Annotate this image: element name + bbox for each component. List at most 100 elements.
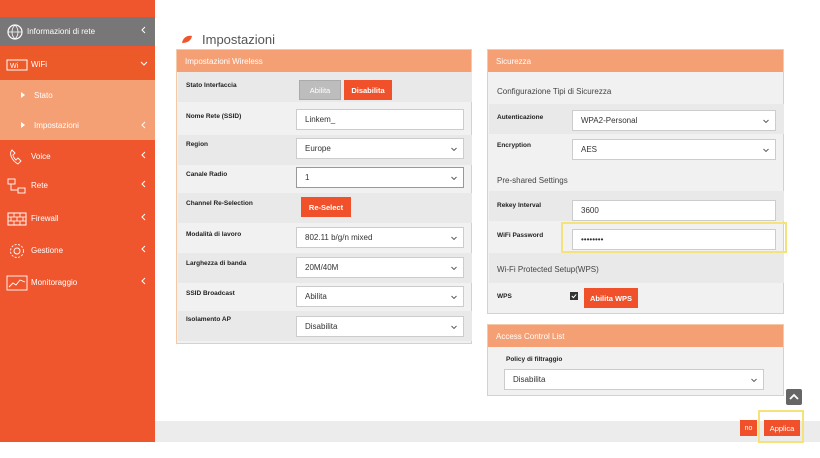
sidebar-item-gestione[interactable]: Gestione [0,236,155,265]
security-panel: Sicurezza Configurazione Tipi di Sicurez… [487,49,784,314]
auth-select[interactable]: WPA2-Personal [572,110,776,131]
wifi-icon: Wi [6,59,28,70]
rekey-label: Rekey Interval [497,202,542,209]
password-highlight [561,222,787,253]
chevron-left-icon [141,180,146,188]
isolamento-select[interactable]: Disabilita [296,316,464,337]
sidebar-item-voice[interactable]: Voice [0,142,155,171]
rekey-input[interactable]: 3600 [572,200,776,221]
sidebar: Informazioni di rete Wi WiFi Stato Impos… [0,0,155,442]
chevron-left-icon [141,121,146,129]
wps-label: WPS [497,293,512,300]
psk-section-label: Pre-shared Settings [497,176,568,185]
panel-header: Sicurezza [488,50,783,72]
abilita-button[interactable]: Abilita [299,80,341,100]
isolamento-label: Isolamento AP [186,316,231,323]
wps-section-label: Wi-Fi Protected Setup(WPS) [497,265,599,274]
chevron-down-icon [763,119,769,124]
sidebar-item-label: Gestione [31,246,64,255]
phone-icon [10,148,22,165]
page-root: Informazioni di rete Wi WiFi Stato Impos… [0,0,820,458]
chevron-up-icon [789,393,799,400]
leaf-icon [182,35,192,43]
scroll-top-button[interactable] [786,389,802,405]
no-button[interactable]: no [740,420,757,436]
policy-select[interactable]: Disabilita [504,369,764,390]
sidebar-item-label: Firewall [31,214,59,223]
policy-value: Disabilita [513,375,546,384]
modalita-select[interactable]: 802.11 b/g/n mixed [296,227,464,248]
disabilita-button[interactable]: Disabilita [344,80,392,100]
chevron-left-icon [141,213,146,221]
chevron-left-icon [141,245,146,253]
sidebar-item-label: Stato [34,90,53,100]
sidebar-item-label: WiFi [31,60,47,69]
chart-icon [6,275,28,290]
page-title-text: Impostazioni [202,32,275,47]
sidebar-item-label: Impostazioni [34,120,79,130]
region-select[interactable]: Europe [296,138,464,159]
enc-label: Encryption [497,142,531,149]
sidebar-item-label: Monitoraggio [31,278,78,287]
sidebar-item-rete[interactable]: Rete [0,171,155,200]
banda-value: 20M/40M [305,263,339,272]
panel-header: Access Control List [488,325,783,347]
ssid-value: Linkem_ [305,115,336,124]
chevron-down-icon [451,176,457,181]
ssid-input[interactable]: Linkem_ [296,109,464,130]
auth-label: Autenticazione [497,114,544,121]
rekey-value: 3600 [581,206,599,215]
auth-value: WPA2-Personal [581,116,638,125]
broadcast-value: Abilita [305,292,327,301]
isolamento-value: Disabilita [305,322,338,331]
panel-title: Impostazioni Wireless [185,56,263,66]
caret-right-icon [21,122,25,128]
chevron-down-icon [763,148,769,153]
gear-icon [10,243,24,258]
chevron-left-icon [141,26,146,34]
chevron-down-icon [140,61,148,66]
canale-select[interactable]: 1 [296,167,464,188]
broadcast-label: SSID Broadcast [186,290,235,297]
chevron-down-icon [451,295,457,300]
sidebar-item-wifi[interactable]: Wi WiFi [0,50,155,79]
chevron-down-icon [451,147,457,152]
ssid-label: Nome Rete (SSID) [186,113,242,120]
reselect-button[interactable]: Re-Select [301,197,351,217]
page-title: Impostazioni [181,32,275,47]
banda-select[interactable]: 20M/40M [296,257,464,278]
pwd-label: WiFi Password [497,232,544,239]
modalita-label: Modalità di lavoro [186,231,242,238]
sidebar-item-label: Informazioni di rete [27,27,96,36]
region-label: Region [186,141,209,148]
chevron-down-icon [751,378,757,383]
globe-icon [7,23,23,40]
chevron-down-icon [451,266,457,271]
broadcast-select[interactable]: Abilita [296,286,464,307]
banda-label: Larghezza di banda [186,260,247,267]
sidebar-item-firewall[interactable]: Firewall [0,204,155,233]
caret-right-icon [21,92,25,98]
modalita-value: 802.11 b/g/n mixed [305,233,373,242]
footer-bar [155,421,820,442]
chevron-left-icon [141,151,146,159]
policy-label: Policy di filtraggio [506,356,563,363]
abilita-wps-button[interactable]: Abilita WPS [584,288,638,308]
panel-title: Access Control List [496,331,565,341]
panel-header: Impostazioni Wireless [177,50,471,72]
wps-checkbox[interactable] [570,292,578,300]
enc-select[interactable]: AES [572,139,776,160]
network-icon [7,178,26,193]
stato-label: Stato Interfaccia [186,82,237,89]
sidebar-item-informazioni[interactable]: Informazioni di rete [0,17,155,46]
sidebar-item-monitoraggio[interactable]: Monitoraggio [0,268,155,297]
chevron-down-icon [451,325,457,330]
sidebar-item-stato[interactable]: Stato [0,80,155,110]
panel-title: Sicurezza [496,56,532,66]
apply-highlight [758,410,804,443]
firewall-icon [7,212,27,225]
canale-label: Canale Radio [186,171,228,178]
sidebar-item-impostazioni[interactable]: Impostazioni [0,110,155,140]
sidebar-item-label: Rete [31,181,48,190]
chevron-down-icon [451,236,457,241]
